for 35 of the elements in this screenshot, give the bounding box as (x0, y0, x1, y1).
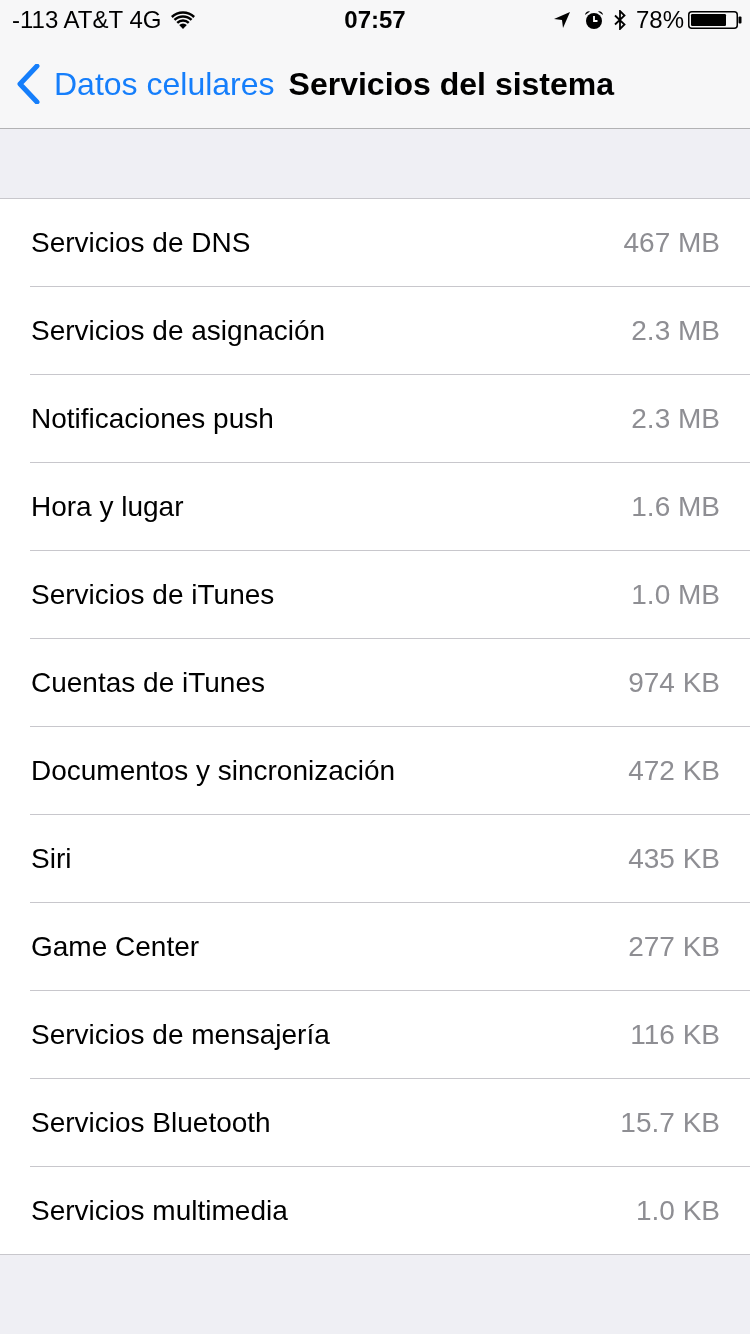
battery-icon (688, 11, 742, 29)
data-usage-value: 2.3 MB (631, 314, 720, 347)
data-usage-value: 974 KB (628, 666, 720, 699)
data-usage-value: 1.6 MB (631, 490, 720, 523)
data-usage-value: 15.7 KB (620, 1106, 720, 1139)
carrier-signal-text: -113 AT&T 4G (12, 6, 162, 34)
service-name: Siri (31, 842, 72, 875)
screen-title: Servicios del sistema (288, 65, 615, 103)
service-name: Notificaciones push (31, 402, 274, 435)
bluetooth-icon (613, 10, 626, 30)
service-name: Servicios de asignación (31, 314, 326, 347)
data-usage-value: 435 KB (628, 842, 720, 875)
service-name: Documentos y sincronización (31, 754, 396, 787)
back-button[interactable]: Datos celulares (0, 64, 275, 104)
service-name: Servicios de DNS (31, 226, 251, 259)
data-usage-value: 472 KB (628, 754, 720, 787)
data-usage-value: 1.0 KB (635, 1194, 720, 1227)
data-usage-value: 277 KB (628, 930, 720, 963)
battery-percentage: 78% (635, 6, 684, 34)
data-usage-value: 2.3 MB (631, 402, 720, 435)
service-name: Cuentas de iTunes (31, 666, 265, 699)
data-usage-value: 1.0 MB (631, 578, 720, 611)
data-usage-value: 467 MB (623, 226, 720, 259)
location-arrow-icon (553, 12, 570, 28)
back-chevron-icon (16, 64, 40, 104)
alarm-clock-icon (583, 10, 604, 30)
service-name: Hora y lugar (31, 490, 184, 523)
service-name: Servicios Bluetooth (31, 1106, 271, 1139)
wifi-icon (171, 11, 196, 29)
service-name: Servicios de iTunes (31, 578, 275, 611)
service-name: Servicios multimedia (31, 1194, 288, 1227)
data-usage-value: 116 KB (630, 1018, 720, 1051)
clock-time: 07:57 (344, 6, 406, 34)
service-name: Servicios de mensajería (31, 1018, 330, 1051)
service-name: Game Center (31, 930, 200, 963)
